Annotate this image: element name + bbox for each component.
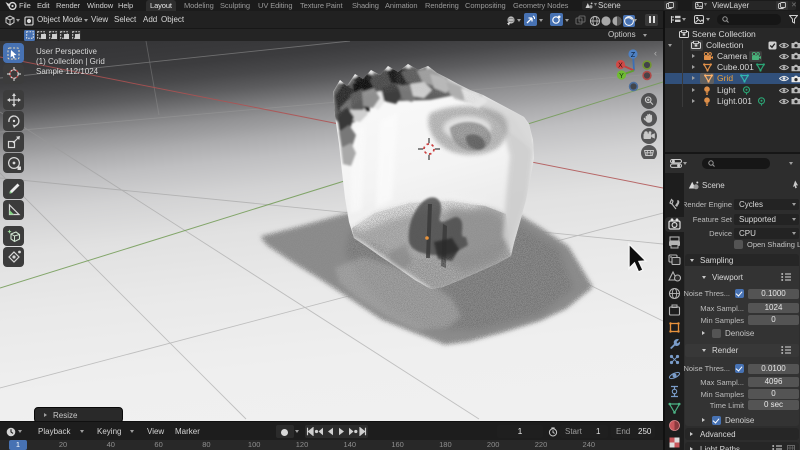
svg-text:Z: Z — [631, 52, 636, 59]
svg-text:X: X — [618, 62, 623, 69]
svg-text:Y: Y — [619, 73, 624, 80]
